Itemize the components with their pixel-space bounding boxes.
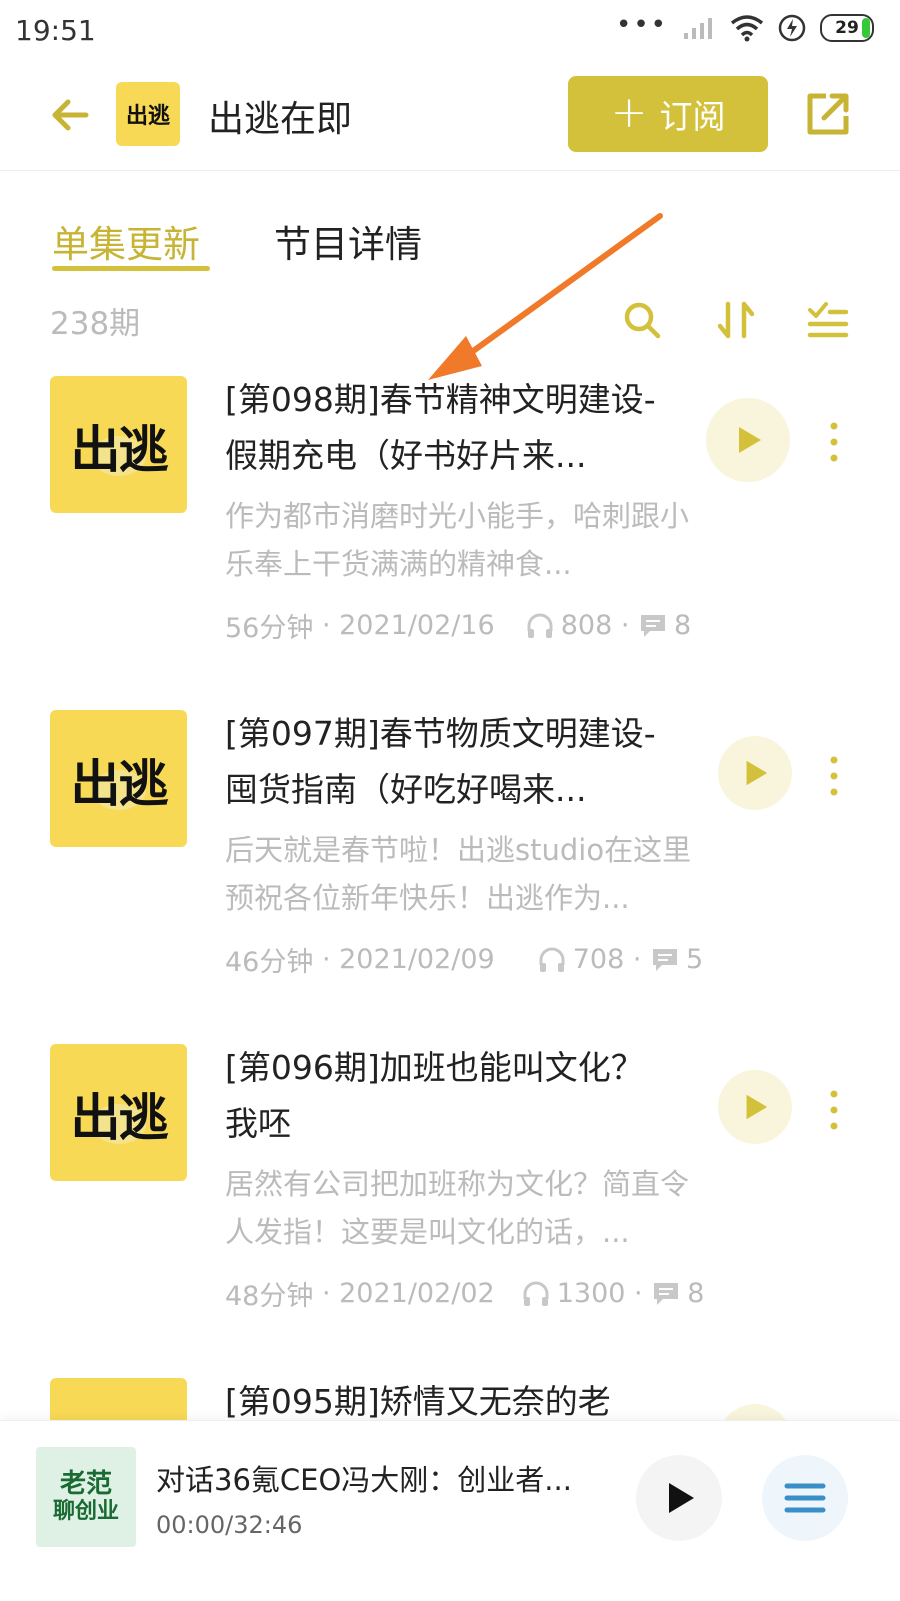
header: 出逃 出逃在即 + 订阅 xyxy=(0,62,900,171)
battery-level: 29 xyxy=(835,18,859,38)
status-icons: ••• 29 xyxy=(616,10,874,42)
episode-title[interactable]: [第097期]春节物质文明建设-囤货指南（好吃好喝来... xyxy=(225,706,665,818)
episode-date: 2021/02/16 xyxy=(339,610,495,641)
episode-cover: 出逃 xyxy=(50,1044,187,1181)
comment-count: 8 xyxy=(687,1278,705,1309)
episode-cover-text: 出逃 xyxy=(70,1089,169,1147)
episode-cover: 出逃 xyxy=(50,710,187,847)
active-tab-indicator xyxy=(52,266,210,271)
episode-title[interactable]: [第095期]矫情又无奈的老 xyxy=(225,1378,665,1420)
play-icon xyxy=(739,427,761,453)
tab-details[interactable]: 节目详情 xyxy=(274,214,422,268)
list-item[interactable]: 出逃 [第097期]春节物质文明建设-囤货指南（好吃好喝来... 后天就是春节啦… xyxy=(0,710,900,1030)
episode-cover-text: 出逃 xyxy=(70,755,169,813)
episode-title[interactable]: [第098期]春节精神文明建设-假期充电（好书好片来... xyxy=(225,372,665,484)
charging-icon xyxy=(778,14,806,42)
subscribe-button[interactable]: + 订阅 xyxy=(568,76,768,152)
player-cover-line2: 聊创业 xyxy=(52,1499,119,1524)
player-cover-line1: 老范 xyxy=(59,1469,112,1499)
player-cover[interactable]: 老范 聊创业 xyxy=(36,1447,136,1547)
subscribe-label: 订阅 xyxy=(659,97,726,136)
comment-count: 8 xyxy=(674,610,692,641)
podcast-logo[interactable]: 出逃 xyxy=(116,82,180,146)
wifi-icon xyxy=(730,15,764,42)
battery-indicator: 29 xyxy=(820,14,874,42)
play-count: 708 xyxy=(572,944,625,975)
play-button[interactable] xyxy=(718,1404,792,1420)
episode-cover xyxy=(50,1378,187,1420)
plus-icon: + xyxy=(610,86,648,138)
episode-count: 238期 xyxy=(50,306,141,342)
playlist-button[interactable] xyxy=(762,1455,848,1541)
signal-icon xyxy=(684,18,712,39)
search-icon[interactable] xyxy=(620,298,664,342)
list-item[interactable]: 出逃 [第098期]春节精神文明建设-假期充电（好书好片来... 作为都市消磨时… xyxy=(0,376,900,696)
episode-description: 后天就是春节啦！出逃studio在这里预祝各位新年快乐！出逃作为... xyxy=(225,833,692,915)
mini-player[interactable]: 老范 聊创业 对话36氪CEO冯大刚：创业者... 00:00/32:46 xyxy=(0,1420,900,1601)
episode-cover-text: 出逃 xyxy=(70,421,169,479)
list-item[interactable]: 出逃 [第096期]加班也能叫文化？我呸 居然有公司把加班称为文化？简直令人发指… xyxy=(0,1044,900,1364)
tab-bar: 单集更新 节目详情 xyxy=(0,170,900,280)
back-arrow-icon[interactable] xyxy=(46,90,96,140)
play-button[interactable] xyxy=(718,1070,792,1144)
page-title: 出逃在即 xyxy=(208,99,353,140)
player-play-button[interactable] xyxy=(636,1455,722,1541)
filter-list-icon[interactable] xyxy=(806,298,850,342)
play-count: 808 xyxy=(560,610,613,641)
episode-title[interactable]: [第096期]加班也能叫文化？我呸 xyxy=(225,1040,665,1152)
episode-duration: 56分钟 xyxy=(225,613,314,644)
comment-count: 5 xyxy=(686,944,704,975)
status-dots: ••• xyxy=(615,10,668,40)
comment-icon xyxy=(653,948,678,971)
list-item[interactable]: [第095期]矫情又无奈的老 xyxy=(0,1378,900,1420)
tab-episodes[interactable]: 单集更新 xyxy=(52,214,200,268)
headphones-icon xyxy=(523,1281,549,1306)
player-title[interactable]: 对话36氪CEO冯大刚：创业者... xyxy=(156,1457,596,1499)
sort-icon[interactable] xyxy=(714,298,758,342)
episode-toolbar: 238期 xyxy=(0,290,900,350)
player-progress-time: 00:00/32:46 xyxy=(156,1511,303,1539)
comment-icon xyxy=(654,1282,679,1305)
episode-date: 2021/02/02 xyxy=(339,1278,495,1309)
episode-cover: 出逃 xyxy=(50,376,187,513)
play-icon xyxy=(746,760,768,786)
episode-meta: 46分钟 · 2021/02/09 708 · 5 xyxy=(225,940,703,979)
more-options-icon[interactable] xyxy=(822,420,846,464)
episode-meta: 48分钟 · 2021/02/02 1300 · 8 xyxy=(225,1274,704,1313)
play-icon xyxy=(669,1483,694,1513)
share-icon[interactable] xyxy=(802,88,854,140)
headphones-icon xyxy=(539,947,565,972)
more-options-icon[interactable] xyxy=(822,1088,846,1132)
episode-duration: 48分钟 xyxy=(225,1281,314,1312)
status-time: 19:51 xyxy=(15,14,96,47)
play-button[interactable] xyxy=(706,398,790,482)
headphones-icon xyxy=(527,613,553,638)
episode-duration: 46分钟 xyxy=(225,947,314,978)
play-count: 1300 xyxy=(556,1278,626,1309)
episode-description: 作为都市消磨时光小能手，哈刺跟小乐奉上干货满满的精神食... xyxy=(225,499,690,581)
podcast-logo-text: 出逃 xyxy=(125,104,170,129)
play-icon xyxy=(746,1094,768,1120)
more-options-icon[interactable] xyxy=(822,754,846,798)
episode-meta: 56分钟 · 2021/02/16 808 · 8 xyxy=(225,606,691,645)
episode-description: 居然有公司把加班称为文化？简直令人发指！这要是叫文化的话，... xyxy=(225,1167,690,1249)
playlist-icon xyxy=(784,1483,826,1513)
episode-date: 2021/02/09 xyxy=(339,944,495,975)
comment-icon xyxy=(641,614,666,637)
play-button[interactable] xyxy=(718,736,792,810)
status-bar: 19:51 ••• 29 xyxy=(0,0,900,62)
